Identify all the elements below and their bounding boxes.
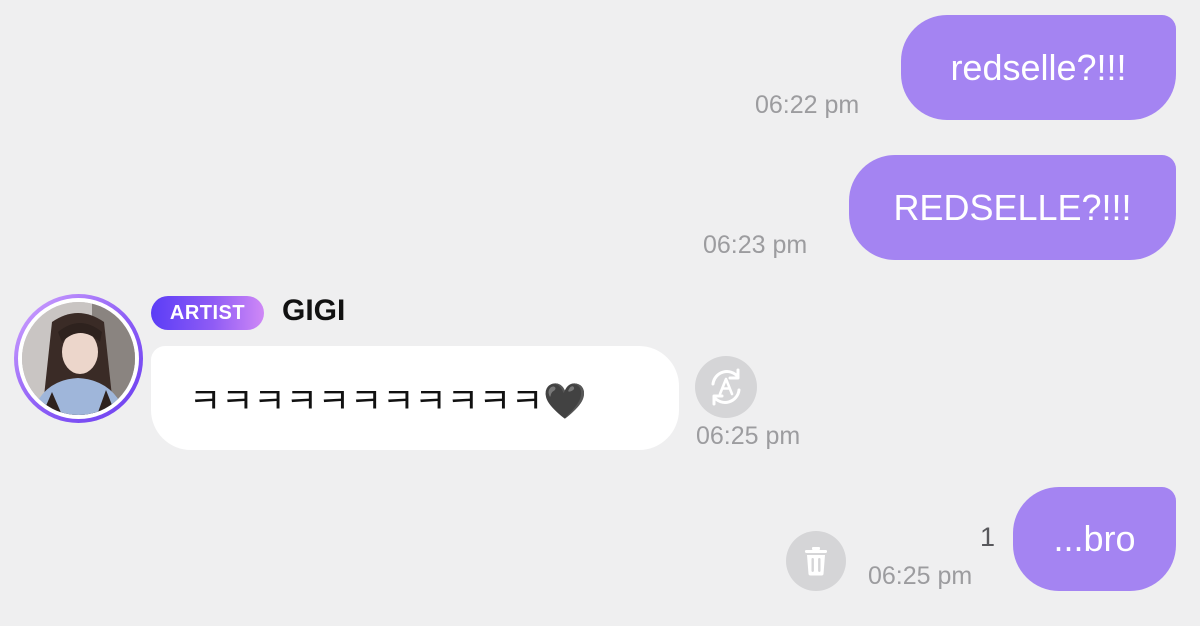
portrait-image	[22, 302, 135, 415]
message-timestamp: 06:22 pm	[755, 91, 860, 119]
message-timestamp: 06:25 pm	[696, 422, 801, 450]
outgoing-message-bubble[interactable]: redselle?!!!	[901, 15, 1176, 120]
message-timestamp: 06:23 pm	[703, 231, 808, 259]
artist-badge: ARTIST	[151, 296, 264, 330]
message-text: ㅋㅋㅋㅋㅋㅋㅋㅋㅋㅋㅋ🖤	[189, 381, 587, 421]
message-text: REDSELLE?!!!	[893, 186, 1132, 228]
unread-count: 1	[980, 522, 996, 552]
message-text: ...bro	[1053, 518, 1136, 559]
avatar-photo	[22, 302, 135, 415]
outgoing-message-bubble[interactable]: ...bro	[1013, 487, 1176, 591]
sender-name: GIGI	[282, 294, 346, 327]
artist-avatar[interactable]	[14, 294, 143, 423]
incoming-message-bubble[interactable]: ㅋㅋㅋㅋㅋㅋㅋㅋㅋㅋㅋ🖤	[151, 346, 679, 450]
message-timestamp: 06:25 pm	[868, 562, 973, 590]
message-text: redselle?!!!	[950, 46, 1127, 88]
trash-icon[interactable]	[786, 531, 846, 591]
outgoing-message-bubble[interactable]: REDSELLE?!!!	[849, 155, 1176, 260]
translate-icon[interactable]	[695, 356, 757, 418]
